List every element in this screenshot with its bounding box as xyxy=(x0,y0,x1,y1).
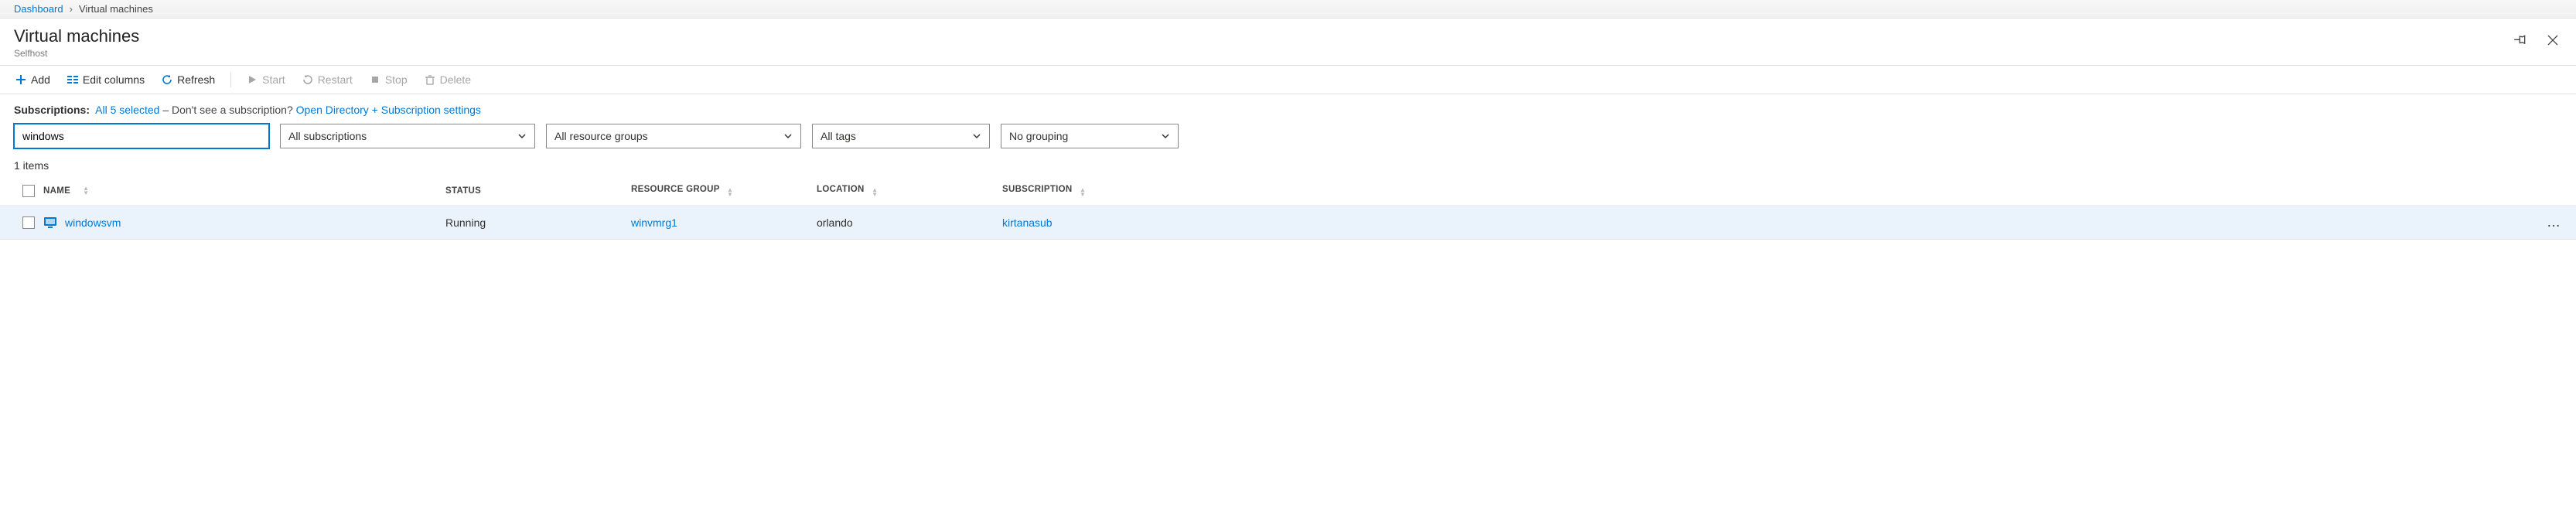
plus-icon xyxy=(15,74,26,85)
close-button[interactable] xyxy=(2544,31,2562,49)
row-subscription-link[interactable]: kirtanasub xyxy=(1002,216,1053,229)
grouping-filter[interactable]: No grouping xyxy=(1001,124,1179,148)
row-location: orlando xyxy=(817,216,1002,229)
breadcrumb-root-link[interactable]: Dashboard xyxy=(14,3,63,15)
row-resource-group-link[interactable]: winvmrg1 xyxy=(631,216,677,229)
restart-icon xyxy=(302,74,313,85)
start-button[interactable]: Start xyxy=(245,72,287,87)
refresh-label: Refresh xyxy=(177,73,215,86)
filters-row: All subscriptions All resource groups Al… xyxy=(0,124,2576,159)
table-header-row: NAME ▲▼ STATUS RESOURCE GROUP ▲▼ LOCATIO… xyxy=(0,176,2576,206)
column-header-status[interactable]: STATUS xyxy=(445,186,631,196)
stop-icon xyxy=(370,74,380,85)
refresh-icon xyxy=(162,74,172,85)
toolbar: Add Edit columns Refresh Start Restart S… xyxy=(0,66,2576,94)
subscriptions-line: Subscriptions: All 5 selected – Don't se… xyxy=(0,94,2576,124)
delete-label: Delete xyxy=(440,73,471,86)
column-header-subscription[interactable]: SUBSCRIPTION ▲▼ xyxy=(1002,185,2531,197)
stop-label: Stop xyxy=(385,73,408,86)
sort-icon: ▲▼ xyxy=(83,186,89,196)
sort-icon: ▲▼ xyxy=(727,188,733,197)
subscription-filter-value: All subscriptions xyxy=(288,130,367,142)
edit-columns-button[interactable]: Edit columns xyxy=(66,72,146,87)
pin-icon xyxy=(2514,34,2527,46)
subscription-filter[interactable]: All subscriptions xyxy=(280,124,535,148)
chevron-down-icon xyxy=(1161,131,1170,141)
resource-group-filter[interactable]: All resource groups xyxy=(546,124,801,148)
subscriptions-note: – Don't see a subscription? xyxy=(162,104,292,116)
column-header-subscription-label: SUBSCRIPTION xyxy=(1002,185,1073,194)
row-name-link[interactable]: windowsvm xyxy=(65,216,121,229)
restart-label: Restart xyxy=(318,73,353,86)
items-count: 1 items xyxy=(0,159,2576,176)
sort-icon: ▲▼ xyxy=(872,188,878,197)
edit-columns-label: Edit columns xyxy=(83,73,145,86)
column-header-resource-group[interactable]: RESOURCE GROUP ▲▼ xyxy=(631,185,817,197)
column-header-name[interactable]: NAME ▲▼ xyxy=(43,186,445,196)
column-header-location-label: LOCATION xyxy=(817,185,865,194)
row-checkbox[interactable] xyxy=(22,216,35,229)
columns-icon xyxy=(67,74,78,85)
tags-filter-value: All tags xyxy=(821,130,856,142)
breadcrumb-current: Virtual machines xyxy=(79,3,153,15)
tags-filter[interactable]: All tags xyxy=(812,124,990,148)
delete-button[interactable]: Delete xyxy=(423,72,473,87)
page-title: Virtual machines xyxy=(14,26,2562,46)
restart-button[interactable]: Restart xyxy=(301,72,354,87)
start-label: Start xyxy=(262,73,285,86)
add-button[interactable]: Add xyxy=(14,72,52,87)
resource-group-filter-value: All resource groups xyxy=(554,130,648,142)
add-label: Add xyxy=(31,73,50,86)
chevron-down-icon xyxy=(972,131,981,141)
row-status: Running xyxy=(445,216,631,229)
table-row[interactable]: windowsvm Running winvmrg1 orlando kirta… xyxy=(0,206,2576,240)
stop-button[interactable]: Stop xyxy=(368,72,409,87)
toolbar-separator xyxy=(230,72,231,87)
subscriptions-label: Subscriptions: xyxy=(14,104,90,116)
sort-icon: ▲▼ xyxy=(1080,188,1086,197)
close-icon xyxy=(2547,34,2559,46)
page-subtitle: Selfhost xyxy=(14,48,2562,59)
page-header: Virtual machines Selfhost xyxy=(0,19,2576,66)
grouping-filter-value: No grouping xyxy=(1009,130,1068,142)
pin-button[interactable] xyxy=(2511,31,2530,49)
chevron-right-icon: › xyxy=(70,3,73,15)
results-table: NAME ▲▼ STATUS RESOURCE GROUP ▲▼ LOCATIO… xyxy=(0,176,2576,240)
column-header-status-label: STATUS xyxy=(445,186,481,196)
column-header-rg-label: RESOURCE GROUP xyxy=(631,185,720,194)
vm-icon xyxy=(43,216,57,230)
play-icon xyxy=(247,74,258,85)
breadcrumb: Dashboard › Virtual machines xyxy=(0,0,2576,19)
column-header-name-label: NAME xyxy=(43,186,70,196)
subscriptions-selected-link[interactable]: All 5 selected xyxy=(95,104,159,116)
open-directory-link[interactable]: Open Directory + Subscription settings xyxy=(296,104,481,116)
select-all-checkbox[interactable] xyxy=(22,185,35,197)
column-header-location[interactable]: LOCATION ▲▼ xyxy=(817,185,1002,197)
chevron-down-icon xyxy=(783,131,793,141)
refresh-button[interactable]: Refresh xyxy=(160,72,217,87)
chevron-down-icon xyxy=(517,131,527,141)
row-more-button[interactable]: … xyxy=(2547,214,2562,230)
search-input[interactable] xyxy=(14,124,269,148)
trash-icon xyxy=(425,74,435,85)
